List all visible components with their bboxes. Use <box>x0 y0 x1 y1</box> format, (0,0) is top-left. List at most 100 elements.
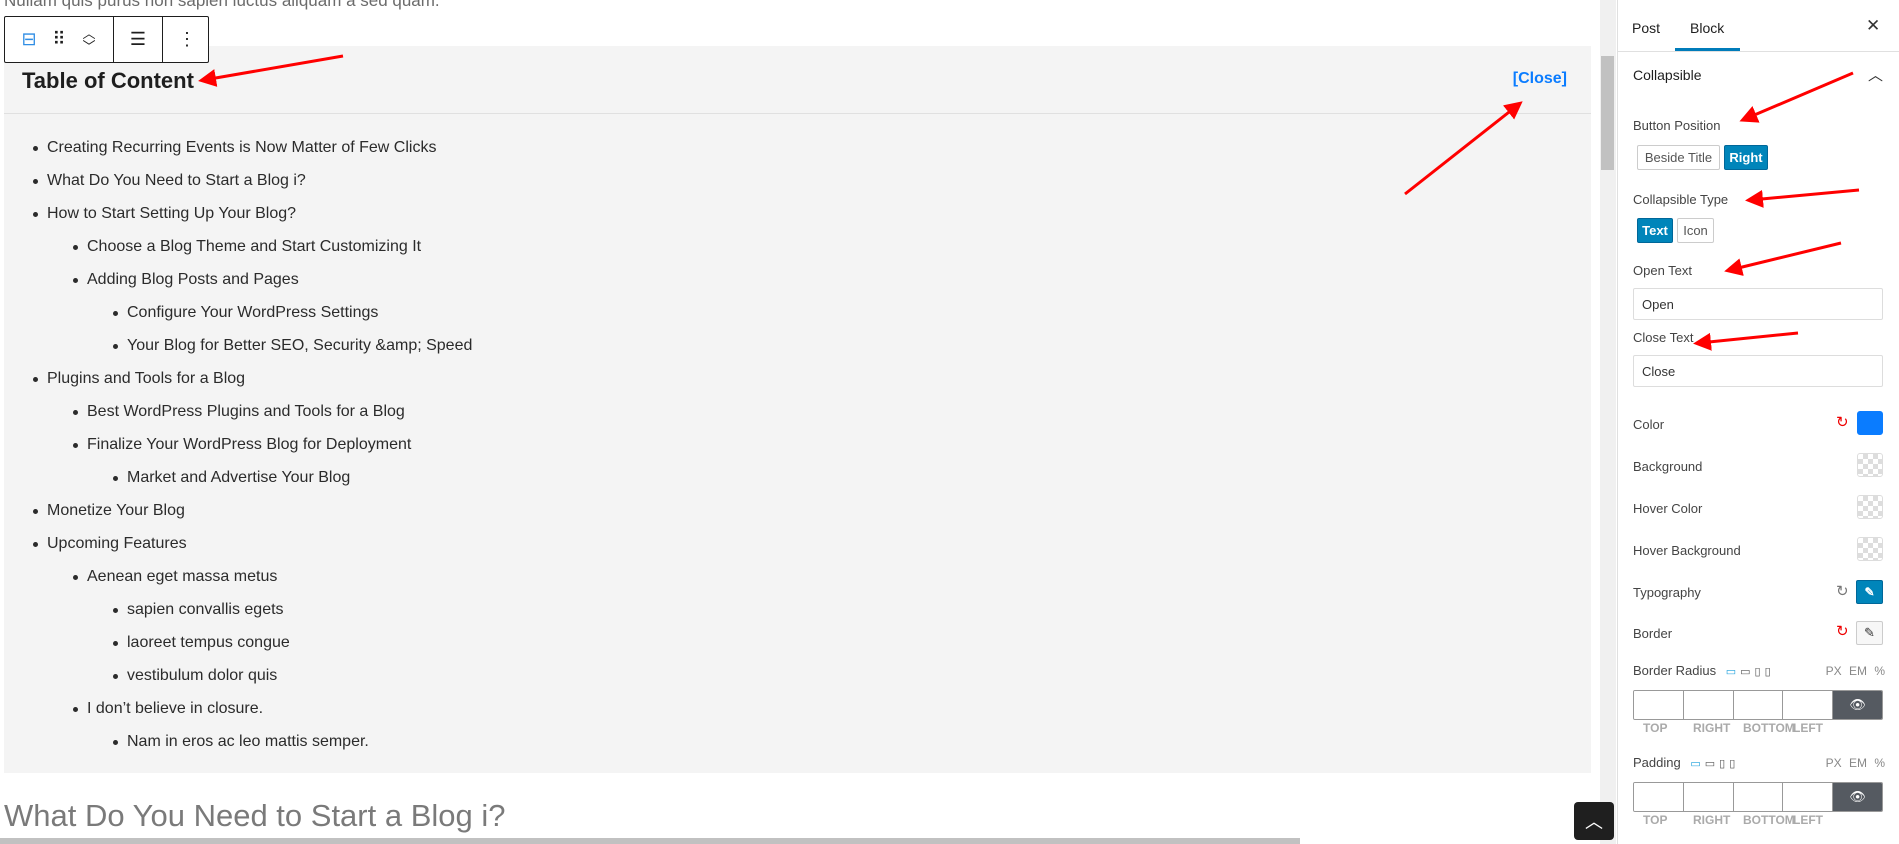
toc-item[interactable]: Nam in eros ac leo mattis semper. <box>4 725 1591 758</box>
border-edit-button[interactable]: ✎ <box>1856 621 1883 645</box>
side-labels: TOP RIGHT BOTTOM LEFT <box>1643 721 1843 735</box>
divider <box>1618 51 1899 52</box>
toc-item[interactable]: Monetize Your Blog <box>4 494 1591 527</box>
top-input[interactable] <box>1634 691 1684 719</box>
tab-block[interactable]: Block <box>1690 20 1724 36</box>
desktop-icon[interactable]: ▭ <box>1726 666 1736 678</box>
desktop-icon[interactable]: ▭ <box>1690 758 1700 770</box>
toc-item[interactable]: How to Start Setting Up Your Blog? <box>4 197 1591 230</box>
link-values-button[interactable]: 👁 <box>1833 691 1882 719</box>
typography-edit-button[interactable]: ✎ <box>1856 580 1883 604</box>
bottom-input[interactable] <box>1733 691 1784 719</box>
unit-selector[interactable]: PX EM % <box>1826 756 1885 770</box>
reset-icon[interactable]: ↻ <box>1836 622 1849 640</box>
label-text: Border Radius <box>1633 663 1717 678</box>
open-text-input[interactable] <box>1633 288 1883 320</box>
side-labels: TOP RIGHT BOTTOM LEFT <box>1643 813 1843 827</box>
intro-paragraph: Nullam quis purus non sapien luctus aliq… <box>4 0 440 10</box>
mobile-icon[interactable]: ▯ <box>1729 758 1735 770</box>
laptop-icon[interactable]: ▭ <box>1705 758 1715 770</box>
toc-item[interactable]: Upcoming Features <box>4 527 1591 560</box>
side-label: TOP <box>1643 721 1668 735</box>
toc-item[interactable]: Aenean eget massa metus <box>4 560 1591 593</box>
close-text-input[interactable] <box>1633 355 1883 387</box>
side-label: LEFT <box>1793 813 1823 827</box>
side-label: TOP <box>1643 813 1668 827</box>
side-label: RIGHT <box>1693 813 1731 827</box>
side-label: LEFT <box>1793 721 1823 735</box>
block-type-icon[interactable]: ⊟ <box>11 17 47 62</box>
divider <box>4 113 1591 114</box>
drag-handle-icon[interactable]: ⠿ <box>47 17 71 62</box>
text-type-button[interactable]: Text <box>1637 218 1673 243</box>
padding-inputs: 👁 <box>1633 782 1883 812</box>
toc-item[interactable]: Your Blog for Better SEO, Security &amp;… <box>4 329 1591 362</box>
eye-icon: 👁 <box>1849 697 1866 712</box>
left-input[interactable] <box>1783 691 1834 719</box>
hover-background-swatch[interactable] <box>1857 537 1883 561</box>
unit-selector[interactable]: PX EM % <box>1826 664 1885 678</box>
toc-item[interactable]: What Do You Need to Start a Blog i? <box>4 164 1591 197</box>
close-text-label: Close Text <box>1633 330 1694 345</box>
block-toolbar: ⊟ ⠿ ︿ ﹀ ☰ ⋮ <box>4 16 209 63</box>
padding-label: Padding ▭ ▭ ▯ ▯ <box>1633 755 1739 770</box>
section-heading: What Do You Need to Start a Blog i? <box>4 798 506 833</box>
right-button[interactable]: Right <box>1724 145 1768 170</box>
color-swatch[interactable] <box>1857 411 1883 435</box>
label-text: Padding <box>1633 755 1681 770</box>
icon-type-button[interactable]: Icon <box>1677 218 1714 243</box>
pencil-icon: ✎ <box>1864 585 1875 599</box>
toc-item[interactable]: sapien convallis egets <box>4 593 1591 626</box>
toc-item[interactable]: vestibulum dolor quis <box>4 659 1591 692</box>
right-input[interactable] <box>1683 783 1734 811</box>
border-radius-label: Border Radius ▭ ▭ ▯ ▯ <box>1633 663 1775 678</box>
background-label: Background <box>1633 459 1703 474</box>
side-label: BOTTOM <box>1743 721 1795 735</box>
reset-icon[interactable]: ↻ <box>1836 582 1849 600</box>
toc-item[interactable]: Finalize Your WordPress Blog for Deploym… <box>4 428 1591 461</box>
align-icon[interactable]: ☰ <box>120 17 156 62</box>
toc-item[interactable]: Adding Blog Posts and Pages <box>4 263 1591 296</box>
mobile-icon[interactable]: ▯ <box>1765 666 1771 678</box>
side-label: BOTTOM <box>1743 813 1795 827</box>
laptop-icon[interactable]: ▭ <box>1740 666 1750 678</box>
table-of-contents-block[interactable]: Table of Content [Close] Creating Recurr… <box>4 46 1591 773</box>
toc-item[interactable]: Creating Recurring Events is Now Matter … <box>4 131 1591 164</box>
toc-item[interactable]: Best WordPress Plugins and Tools for a B… <box>4 395 1591 428</box>
collapsible-type-label: Collapsible Type <box>1633 192 1729 207</box>
toc-item[interactable]: Plugins and Tools for a Blog <box>4 362 1591 395</box>
left-input[interactable] <box>1783 783 1834 811</box>
toc-title: Table of Content <box>22 68 194 93</box>
border-label: Border <box>1633 626 1673 641</box>
tablet-icon[interactable]: ▯ <box>1719 758 1725 770</box>
toc-close-link[interactable]: [Close] <box>1513 70 1567 88</box>
toc-item[interactable]: I don’t believe in closure. <box>4 692 1591 725</box>
more-options-icon[interactable]: ⋮ <box>169 17 205 62</box>
horizontal-scrollbar[interactable] <box>0 838 1300 844</box>
border-radius-inputs: 👁 <box>1633 690 1883 720</box>
typography-label: Typography <box>1633 585 1701 600</box>
chevron-up-icon[interactable]: ︿ <box>1868 64 1883 85</box>
background-swatch[interactable] <box>1857 453 1883 477</box>
toc-item[interactable]: Configure Your WordPress Settings <box>4 296 1591 329</box>
back-to-top-button[interactable]: ︿ <box>1574 802 1614 840</box>
panel-title[interactable]: Collapsible <box>1633 67 1701 83</box>
toc-item[interactable]: Market and Advertise Your Blog <box>4 461 1591 494</box>
move-up-down-icon[interactable]: ︿ ﹀ <box>71 17 107 62</box>
top-input[interactable] <box>1634 783 1684 811</box>
open-text-label: Open Text <box>1633 263 1693 278</box>
toc-item[interactable]: Choose a Blog Theme and Start Customizin… <box>4 230 1591 263</box>
reset-icon[interactable]: ↻ <box>1836 413 1849 431</box>
beside-title-button[interactable]: Beside Title <box>1637 145 1720 170</box>
bottom-input[interactable] <box>1733 783 1784 811</box>
toc-item[interactable]: laoreet tempus congue <box>4 626 1591 659</box>
hover-color-label: Hover Color <box>1633 501 1703 516</box>
close-icon[interactable]: ✕ <box>1866 16 1880 36</box>
hover-color-swatch[interactable] <box>1857 495 1883 519</box>
link-values-button[interactable]: 👁 <box>1833 783 1882 811</box>
side-label: RIGHT <box>1693 721 1731 735</box>
right-input[interactable] <box>1683 691 1734 719</box>
tablet-icon[interactable]: ▯ <box>1755 666 1761 678</box>
scrollbar-thumb[interactable] <box>1601 56 1614 170</box>
tab-post[interactable]: Post <box>1632 20 1660 36</box>
